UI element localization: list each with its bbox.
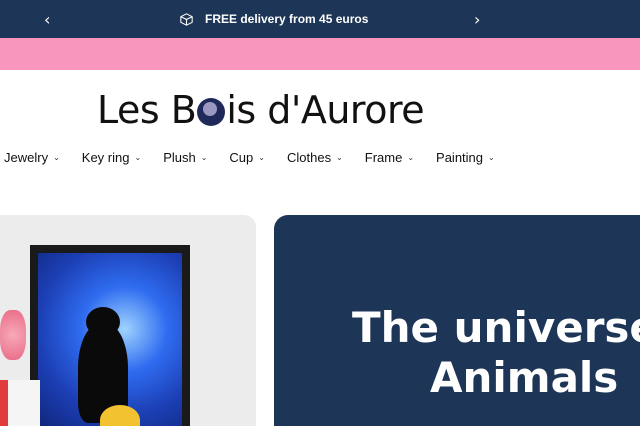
site-logo[interactable]: Les B is d'Aurore xyxy=(97,88,425,132)
moon-logo-icon xyxy=(197,98,226,126)
nav-item-label: Clothes xyxy=(286,150,332,165)
chevron-down-icon: ⌄ xyxy=(53,153,60,162)
nav-item-clothes[interactable]: Clothes ⌄ xyxy=(287,150,343,165)
announcement-text: FREE delivery from 45 euros xyxy=(205,12,369,26)
cup-decoration xyxy=(0,380,40,426)
chevron-down-icon: ⌄ xyxy=(134,153,142,162)
chevron-down-icon: ⌄ xyxy=(488,153,495,162)
nav-item-plush[interactable]: Plush ⌄ xyxy=(163,150,207,165)
nav-item-jewelry[interactable]: Jewelry ⌄ xyxy=(4,150,60,165)
chevron-down-icon: ⌄ xyxy=(407,153,415,162)
nav-item-cup[interactable]: Cup ⌄ xyxy=(229,150,265,165)
nav-item-label: Jewelry xyxy=(4,150,49,165)
prev-announcement-arrow[interactable]: ‹ xyxy=(44,10,50,29)
next-announcement-arrow[interactable]: › xyxy=(474,10,480,29)
hero-banner[interactable]: The universe Animals xyxy=(274,215,640,426)
logo-text-part2: is d'Aurore xyxy=(226,88,425,132)
nav-item-label: Plush xyxy=(163,150,196,165)
nav-item-painting[interactable]: Painting ⌄ xyxy=(436,150,495,165)
main-nav: Jewelry ⌄ Key ring ⌄ Plush ⌄ Cup ⌄ Cloth… xyxy=(4,150,495,165)
chevron-down-icon: ⌄ xyxy=(200,153,208,162)
hero-title-line2: Animals xyxy=(430,353,619,402)
nav-item-label: Cup xyxy=(229,150,254,165)
chevron-down-icon: ⌄ xyxy=(258,153,265,162)
flower-decoration xyxy=(0,310,26,360)
framed-painting xyxy=(30,245,190,426)
chevron-down-icon: ⌄ xyxy=(336,153,343,162)
painting-canvas xyxy=(38,253,182,426)
hero-title-line1: The universe xyxy=(352,303,640,352)
hero-title: The universe Animals xyxy=(352,303,640,403)
pink-banner xyxy=(0,38,640,70)
nav-item-label: Painting xyxy=(436,150,484,165)
nav-item-label: Key ring xyxy=(81,150,130,165)
nav-item-key-ring[interactable]: Key ring ⌄ xyxy=(82,150,141,165)
box-icon xyxy=(180,12,193,26)
nav-item-label: Frame xyxy=(364,150,403,165)
announcement-message: FREE delivery from 45 euros xyxy=(180,12,368,26)
hero-product-image[interactable] xyxy=(0,215,256,426)
nav-item-frame[interactable]: Frame ⌄ xyxy=(365,150,414,165)
announcement-bar: ‹ FREE delivery from 45 euros › xyxy=(0,0,640,38)
logo-text-part1: Les B xyxy=(97,88,197,132)
